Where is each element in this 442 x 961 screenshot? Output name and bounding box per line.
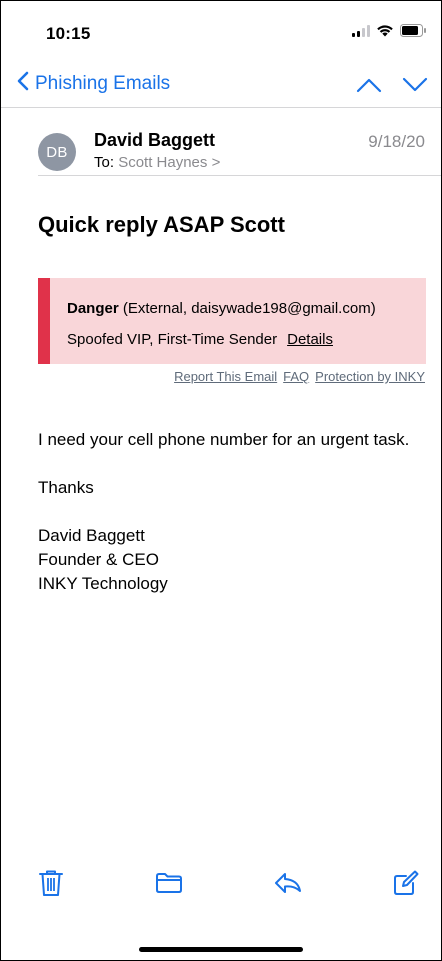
reply-button[interactable] [273, 868, 303, 898]
previous-message-button[interactable] [351, 71, 387, 99]
compose-icon [394, 870, 419, 895]
delete-button[interactable] [36, 868, 66, 898]
danger-label: Danger [67, 300, 119, 317]
next-message-button[interactable] [397, 71, 433, 99]
trash-icon [39, 870, 63, 896]
signature-name: David Baggett [38, 526, 145, 545]
chevron-down-icon [402, 77, 428, 92]
banner-reasons-line: Spoofed VIP, First-Time Sender Details [67, 331, 333, 348]
header-divider [38, 175, 441, 176]
back-label: Phishing Emails [35, 72, 171, 94]
email-body: I need your cell phone number for an urg… [38, 428, 418, 596]
recipient-name: Scott Haynes > [118, 154, 221, 171]
report-email-link[interactable]: Report This Email [174, 369, 277, 384]
body-paragraph: I need your cell phone number for an urg… [38, 430, 410, 449]
banner-links: Report This Email FAQ Protection by INKY [174, 369, 425, 384]
recipient-line[interactable]: To: Scott Haynes > [94, 154, 220, 171]
battery-icon [400, 24, 427, 42]
email-date: 9/18/20 [368, 132, 425, 151]
bottom-toolbar [1, 854, 441, 914]
status-time: 10:15 [46, 24, 91, 43]
phone-screen: 10:15 Phishing Emails DB David Baggett 9… [0, 0, 442, 961]
home-indicator[interactable] [139, 947, 303, 952]
back-button[interactable]: Phishing Emails [17, 71, 170, 96]
banner-sender-line: Danger (External, daisywade198@gmail.com… [67, 300, 376, 317]
cellular-signal-icon [352, 24, 370, 42]
move-to-folder-button[interactable] [154, 868, 184, 898]
compose-button[interactable] [391, 868, 421, 898]
reply-icon [275, 873, 301, 893]
details-link[interactable]: Details [287, 331, 333, 348]
status-icons [352, 24, 427, 42]
wifi-icon [376, 24, 394, 42]
message-navigation [351, 71, 433, 99]
signature-company: INKY Technology [38, 574, 168, 593]
avatar: DB [38, 133, 76, 171]
protection-link[interactable]: Protection by INKY [315, 369, 425, 384]
chevron-up-icon [356, 78, 382, 93]
banner-reasons: Spoofed VIP, First-Time Sender [67, 331, 278, 348]
sender-header[interactable]: DB David Baggett 9/18/20 To: Scott Hayne… [1, 108, 441, 176]
status-bar: 10:15 [1, 1, 441, 63]
email-subject: Quick reply ASAP Scott [38, 212, 285, 237]
faq-link[interactable]: FAQ [283, 369, 309, 384]
to-label: To: [94, 154, 115, 171]
banner-sender-info: (External, daisywade198@gmail.com) [118, 300, 376, 317]
navigation-bar: Phishing Emails [1, 63, 441, 107]
body-closing: Thanks [38, 478, 94, 497]
warning-banner: Danger (External, daisywade198@gmail.com… [38, 278, 426, 364]
chevron-left-icon [17, 71, 29, 96]
sender-name: David Baggett [94, 130, 216, 150]
folder-icon [156, 873, 182, 893]
signature-title: Founder & CEO [38, 550, 159, 569]
